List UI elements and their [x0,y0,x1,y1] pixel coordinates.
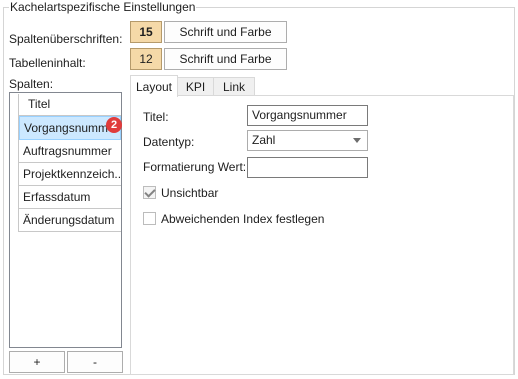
remove-column-button[interactable]: - [67,351,123,373]
content-font-size-swatch[interactable]: 12 [130,48,162,70]
datatype-label: Datentyp: [143,135,195,149]
format-label: Formatierung Wert: [143,160,247,174]
chevron-down-icon [353,138,361,143]
header-font-size-swatch[interactable]: 15 [130,21,162,43]
title-field-label: Titel: [143,110,169,124]
invisible-label: Unsichtbar [161,186,219,200]
columns-list[interactable]: Titel Vorgangsnummer Auftragsnummer Proj… [9,92,122,348]
add-column-button[interactable]: + [9,351,65,373]
tab-link[interactable]: Link [213,77,255,96]
datatype-selected-value: Zahl [252,133,276,147]
tab-kpi[interactable]: KPI [177,77,214,96]
tab-layout[interactable]: Layout [130,75,178,97]
list-item[interactable]: Änderungsdatum [19,209,121,232]
step-badge: 2 [106,117,122,133]
list-item[interactable]: Erfassdatum [19,186,121,209]
title-field[interactable]: Vorgangsnummer [247,105,368,126]
custom-index-checkbox[interactable] [143,212,156,225]
content-font-color-button[interactable]: Schrift und Farbe [164,48,287,70]
custom-index-label: Abweichenden Index festlegen [161,212,325,226]
columns-list-header[interactable]: Titel [19,94,121,116]
list-item[interactable]: Auftragsnummer [19,140,121,163]
format-field[interactable] [247,157,368,178]
header-font-label: Spaltenüberschriften: [9,32,123,46]
columns-label: Spalten: [9,77,54,91]
content-font-label: Tabelleninhalt: [9,56,86,70]
datatype-select[interactable]: Zahl [247,130,368,151]
header-font-color-button[interactable]: Schrift und Farbe [164,21,287,43]
groupbox-title: Kachelartspezifische Einstellungen [9,0,197,14]
list-item[interactable]: Projektkennzeich... [19,163,121,186]
invisible-checkbox[interactable] [143,186,156,199]
